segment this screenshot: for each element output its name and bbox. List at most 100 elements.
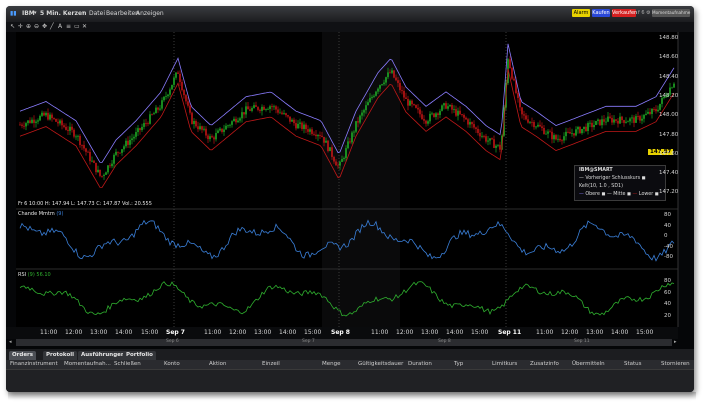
tab-executions[interactable]: Ausführungen: [78, 351, 128, 360]
chart-scrollbar[interactable]: Sep 6 Sep 7 Sep 8 Sep 11: [16, 339, 672, 346]
orders-column-header[interactable]: Stornieren: [661, 361, 690, 367]
price-tick-label: 147.40: [659, 170, 679, 177]
candle-body: [145, 123, 147, 124]
candle-body: [409, 100, 411, 106]
candle-body: [387, 72, 389, 78]
candle-body: [115, 151, 117, 155]
candle-body: [435, 113, 437, 117]
tab-log[interactable]: Protokoll: [43, 351, 77, 360]
candle-body: [275, 106, 277, 110]
candle-body: [613, 119, 615, 123]
candle-body: [239, 118, 241, 121]
candle-body: [599, 119, 601, 126]
candle-body: [531, 121, 533, 123]
candle-body: [261, 106, 263, 111]
candle-body: [321, 135, 323, 137]
candle-body: [603, 119, 605, 122]
orders-column-header[interactable]: Gültigkeitsdauer: [358, 361, 403, 367]
candle-body: [341, 159, 343, 162]
candle-body: [651, 108, 653, 114]
chande-tick-label: 40: [664, 222, 671, 229]
candle-body: [265, 109, 267, 110]
candle-body: [349, 141, 351, 143]
candle-body: [467, 119, 469, 125]
candle-body: [177, 72, 179, 74]
candle-body: [497, 144, 499, 146]
candle-body: [583, 126, 585, 129]
candle-body: [157, 107, 159, 110]
candle-body: [113, 154, 115, 164]
candle-body: [611, 117, 613, 123]
candle-body: [629, 118, 631, 122]
candle-body: [317, 135, 319, 137]
candle-body: [197, 126, 199, 130]
candle-body: [283, 113, 285, 115]
candle-body: [389, 72, 391, 74]
candle-body: [373, 95, 375, 97]
scroll-left-icon[interactable]: ◂: [9, 339, 12, 345]
candle-body: [481, 135, 483, 137]
candle-body: [601, 119, 603, 126]
candle-body: [625, 121, 627, 123]
orders-column-header[interactable]: Typ: [454, 361, 463, 367]
candle-body: [513, 78, 515, 81]
candle-body: [235, 118, 237, 123]
candle-body: [205, 128, 207, 136]
candle-body: [51, 114, 53, 119]
orders-column-header[interactable]: Einzeil: [262, 361, 280, 367]
price-tick-label: 148.60: [659, 54, 679, 61]
candle-body: [537, 124, 539, 127]
time-tick-label: 12:00: [229, 329, 247, 336]
tab-portfolio[interactable]: Portfolio: [123, 351, 156, 360]
candle-body: [571, 133, 573, 135]
candle-body: [305, 124, 307, 130]
candle-body: [91, 160, 93, 162]
orders-column-header[interactable]: Schließen: [114, 361, 141, 367]
time-tick-label: 14:00: [115, 329, 133, 336]
candle-body: [163, 96, 165, 101]
candle-body: [295, 123, 297, 129]
candle-body: [367, 102, 369, 106]
orders-column-header[interactable]: Momentaufnah...: [64, 361, 111, 367]
orders-column-header[interactable]: Zusatzinfo: [530, 361, 559, 367]
time-tick-label: 14:00: [446, 329, 464, 336]
tab-orders[interactable]: Orders: [9, 351, 37, 360]
candle-body: [509, 59, 511, 69]
price-tick-label: 148.20: [659, 92, 679, 99]
orders-column-header[interactable]: Konto: [164, 361, 180, 367]
candle-body: [539, 124, 541, 127]
candle-body: [411, 100, 413, 105]
candle-body: [187, 101, 189, 106]
price-tick-label: 148.80: [659, 35, 679, 41]
scroll-right-icon[interactable]: ▸: [674, 339, 677, 345]
orders-column-header[interactable]: Aktion: [209, 361, 226, 367]
candle-body: [291, 119, 293, 122]
orders-column-header[interactable]: Limitkurs: [492, 361, 517, 367]
orders-column-header[interactable]: Übermitteln: [572, 361, 605, 367]
candle-body: [431, 113, 433, 115]
candle-body: [591, 122, 593, 128]
time-tick-label: 14:00: [611, 329, 629, 336]
candle-body: [359, 115, 361, 123]
candle-body: [439, 110, 441, 115]
candle-body: [55, 118, 57, 122]
candle-body: [191, 112, 193, 124]
legend-upper: Obere: [585, 192, 600, 197]
candle-body: [573, 133, 575, 136]
price-info-readout: Fr 6 10:00 H: 147.94 L: 147.73 C: 147.87…: [18, 201, 152, 207]
candle-body: [399, 82, 401, 91]
candle-body: [635, 116, 637, 123]
candle-body: [273, 106, 275, 108]
time-tick-label: 11:00: [40, 329, 58, 336]
orders-column-header[interactable]: Status: [624, 361, 642, 367]
candle-body: [61, 120, 63, 126]
candle-body: [335, 161, 337, 166]
time-tick-label: 12:00: [396, 329, 414, 336]
candle-body: [607, 116, 609, 122]
orders-column-header[interactable]: Finanzinstrument: [10, 361, 58, 367]
orders-column-header[interactable]: Duration: [408, 361, 432, 367]
orders-column-header[interactable]: Menge: [322, 361, 341, 367]
candle-body: [379, 85, 381, 89]
candle-body: [369, 97, 371, 103]
candle-body: [121, 149, 123, 153]
